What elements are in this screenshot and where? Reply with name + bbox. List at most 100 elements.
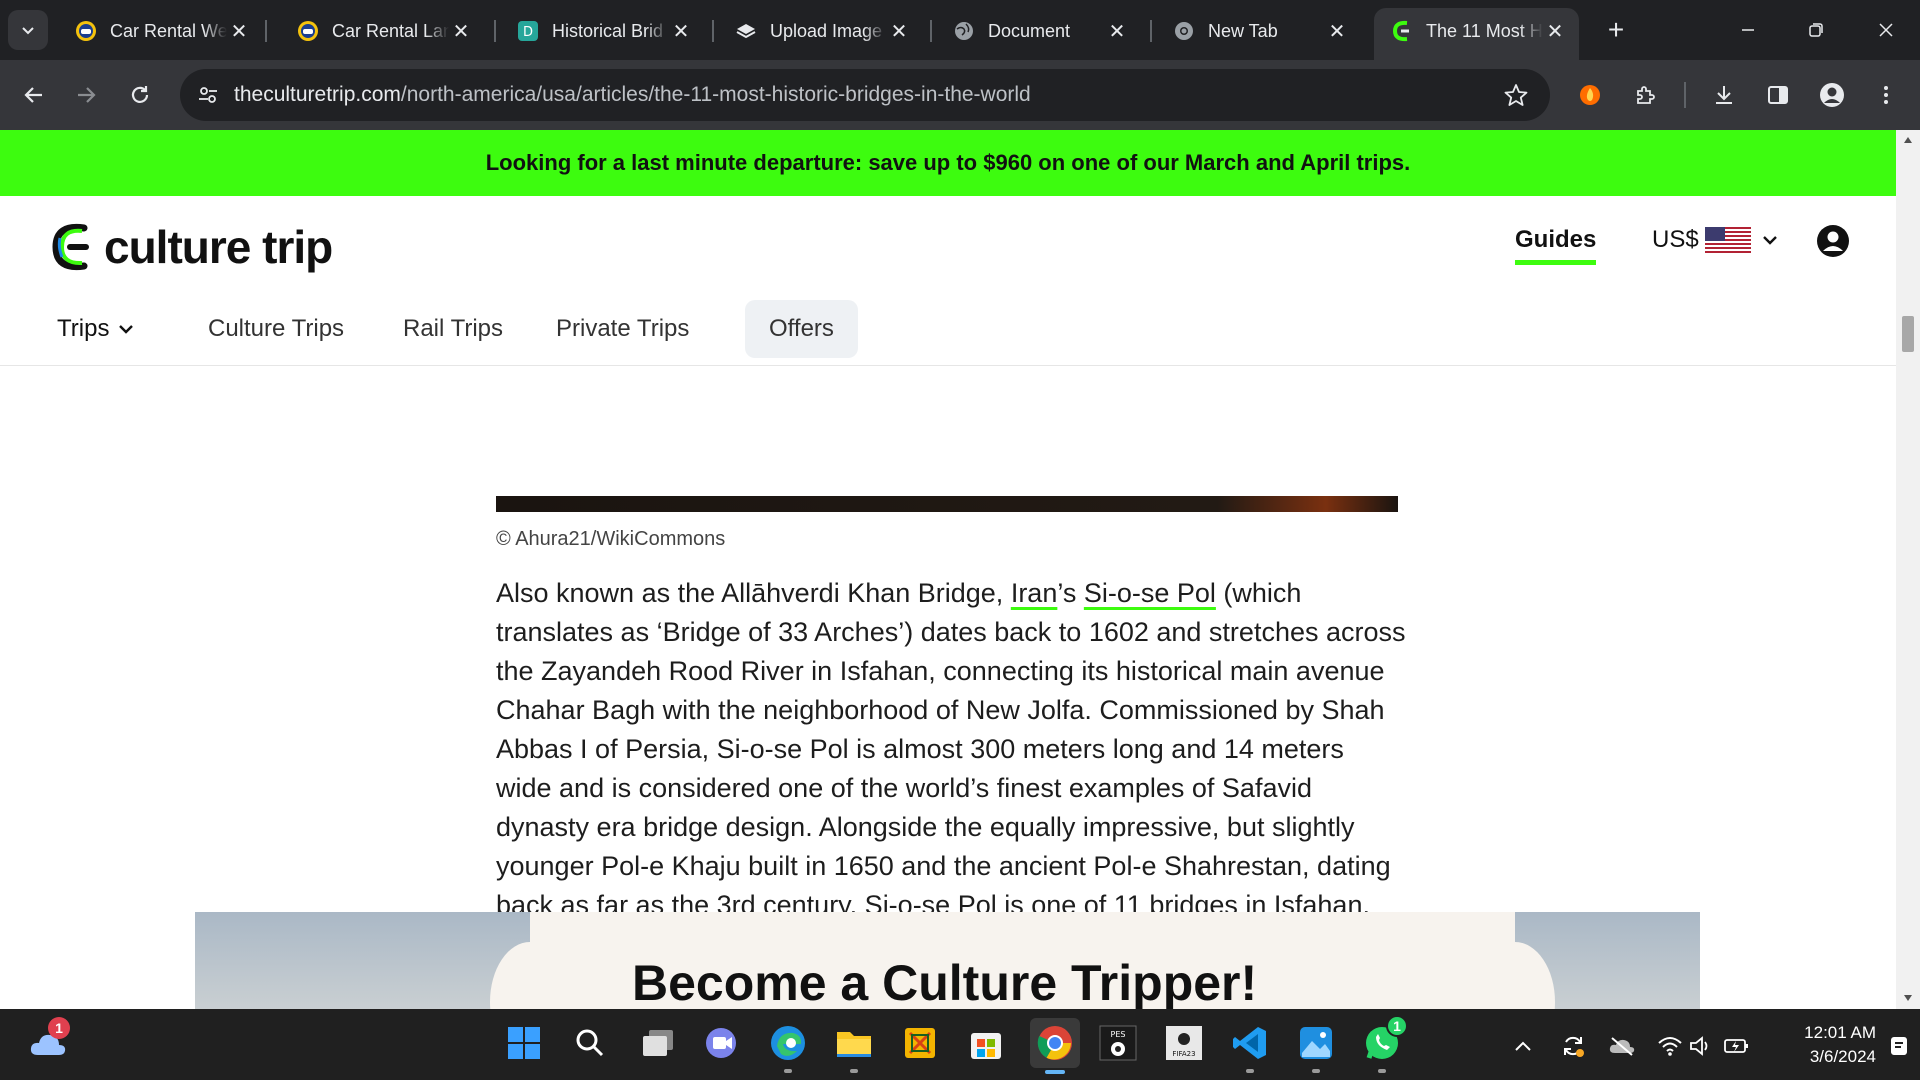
taskbar-teams-chat[interactable] — [700, 1021, 744, 1065]
volume-tray-icon[interactable] — [1686, 1031, 1716, 1061]
tab-separator — [265, 20, 267, 42]
tab-title: Document — [988, 20, 1071, 41]
nav-rail-trips[interactable]: Rail Trips — [403, 300, 503, 358]
svg-text:D: D — [523, 25, 533, 40]
new-tab-button[interactable]: + — [1598, 12, 1634, 48]
start-button[interactable] — [502, 1021, 546, 1065]
tab-title: Historical Brid — [552, 20, 664, 41]
nav-offers[interactable]: Offers — [745, 300, 858, 358]
sync-tray-icon[interactable] — [1558, 1031, 1588, 1061]
close-tab-icon[interactable]: ✕ — [1105, 19, 1129, 43]
chrome-menu-button[interactable] — [1866, 75, 1906, 115]
wifi-icon — [1658, 1037, 1682, 1056]
wifi-tray-icon[interactable] — [1655, 1031, 1685, 1061]
sync-icon — [1564, 1036, 1584, 1057]
browser-tab-new-tab[interactable]: New Tab ✕ — [1156, 8, 1361, 54]
reload-button[interactable] — [120, 75, 160, 115]
close-tab-icon[interactable]: ✕ — [449, 19, 473, 43]
nav-culture-trips[interactable]: Culture Trips — [208, 300, 344, 358]
close-tab-icon[interactable]: ✕ — [1543, 19, 1567, 43]
nav-trips-label: Trips — [57, 315, 110, 342]
browser-tab-upload-image[interactable]: Upload Image ✕ — [718, 8, 923, 54]
taskbar-chrome[interactable] — [1030, 1018, 1080, 1074]
guides-link[interactable]: Guides — [1515, 226, 1597, 265]
weather-widget[interactable]: 1 — [26, 1017, 70, 1065]
address-bar[interactable]: theculturetrip.com/north-america/usa/art… — [180, 69, 1550, 121]
nav-private-trips[interactable]: Private Trips — [556, 300, 689, 358]
account-icon[interactable] — [1816, 224, 1850, 258]
bookmark-star-icon[interactable] — [1502, 81, 1530, 109]
extension-honey-button[interactable] — [1570, 75, 1610, 115]
running-indicator — [1378, 1069, 1386, 1073]
site-header: culture trip Guides US$ Trips Culture Tr… — [0, 196, 1896, 366]
tab-title: Upload Image — [770, 20, 883, 41]
tab-title: The 11 Most H — [1426, 20, 1543, 41]
task-view-button[interactable] — [636, 1021, 680, 1065]
minimize-button[interactable] — [1724, 10, 1772, 50]
tab-title: Car Rental Lan — [332, 20, 449, 41]
close-tab-icon[interactable]: ✕ — [887, 19, 911, 43]
scrollbar-thumb[interactable] — [1902, 316, 1914, 352]
browser-tab-car-rental-1[interactable]: Car Rental We ✕ — [58, 8, 263, 54]
scroll-down-arrow-icon[interactable] — [1902, 992, 1914, 1004]
system-clock[interactable]: 12:01 AM 3/6/2024 — [1770, 1021, 1876, 1069]
restore-button[interactable] — [1792, 10, 1840, 50]
running-indicator — [850, 1069, 858, 1073]
taskbar-fifa-game[interactable]: FIFA23 — [1162, 1021, 1206, 1065]
scroll-up-arrow-icon[interactable] — [1902, 134, 1914, 146]
promo-banner[interactable]: Looking for a last minute departure: sav… — [0, 130, 1896, 196]
taskbar-microsoft-store[interactable] — [964, 1021, 1008, 1065]
onedrive-tray-icon[interactable] — [1607, 1031, 1637, 1061]
whatsapp-badge: 1 — [1386, 1015, 1408, 1037]
side-panel-icon — [1768, 86, 1788, 104]
taskbar-snipping-tool[interactable] — [898, 1021, 942, 1065]
taskbar-file-explorer[interactable] — [832, 1021, 876, 1073]
culture-trip-logo-icon — [52, 223, 89, 271]
extensions-button[interactable] — [1626, 75, 1666, 115]
browser-tab-car-rental-2[interactable]: Car Rental Lan ✕ — [280, 8, 485, 54]
snipping-tool-icon — [905, 1028, 935, 1058]
battery-tray-icon[interactable] — [1722, 1031, 1752, 1061]
newsletter-cta-banner: Become a Culture Tripper! — [195, 912, 1700, 1009]
download-icon — [1716, 86, 1732, 104]
url-domain: theculturetrip.com — [234, 83, 401, 106]
close-window-button[interactable] — [1862, 10, 1910, 50]
url-path: /north-america/usa/articles/the-11-most-… — [400, 83, 1031, 106]
side-panel-button[interactable] — [1758, 75, 1798, 115]
taskbar-search-button[interactable] — [568, 1021, 612, 1065]
taskbar-vscode[interactable] — [1228, 1021, 1272, 1073]
toolbar-divider — [1684, 82, 1686, 108]
forward-button[interactable] — [66, 75, 106, 115]
notification-center-button[interactable] — [1884, 1031, 1914, 1061]
close-tab-icon[interactable]: ✕ — [669, 19, 693, 43]
browser-tab-historical-bridges[interactable]: D Historical Brid ✕ — [500, 8, 705, 54]
tab-search-button[interactable] — [8, 10, 48, 50]
back-button[interactable] — [14, 75, 54, 115]
close-tab-icon[interactable]: ✕ — [1325, 19, 1349, 43]
iran-link[interactable]: Iran — [1011, 578, 1058, 608]
site-settings-icon[interactable] — [194, 81, 222, 109]
downloads-button[interactable] — [1704, 75, 1744, 115]
edge-browser-icon — [771, 1026, 805, 1060]
culture-trip-logo[interactable]: culture trip — [50, 220, 333, 274]
currency-selector[interactable]: US$ — [1652, 226, 1779, 254]
taskbar-photos[interactable] — [1294, 1021, 1338, 1073]
chevron-down-icon — [22, 27, 34, 35]
minimize-icon — [1742, 29, 1754, 31]
nav-trips-dropdown[interactable]: Trips — [57, 300, 135, 358]
url-text[interactable]: theculturetrip.com/north-america/usa/art… — [234, 69, 1031, 121]
arrow-left-icon — [24, 87, 42, 103]
taskbar-whatsapp[interactable]: 1 — [1360, 1015, 1408, 1073]
taskbar-pes-game[interactable]: PES — [1096, 1021, 1140, 1065]
browser-tab-document[interactable]: Document ✕ — [936, 8, 1141, 54]
browser-tab-strip: Car Rental We ✕ Car Rental Lan ✕ D Histo… — [0, 0, 1920, 60]
taskbar-edge[interactable] — [766, 1021, 810, 1073]
close-tab-icon[interactable]: ✕ — [227, 19, 251, 43]
page-scrollbar[interactable] — [1896, 130, 1920, 1009]
si-o-se-pol-link[interactable]: Si-o-se Pol — [1084, 578, 1216, 608]
browser-tab-active[interactable]: The 11 Most H ✕ — [1374, 8, 1579, 60]
profile-avatar-icon — [1820, 83, 1844, 107]
profile-button[interactable] — [1812, 75, 1852, 115]
main-nav: Trips Culture Trips Rail Trips Private T… — [0, 288, 1896, 358]
show-hidden-icons-button[interactable] — [1508, 1031, 1538, 1061]
